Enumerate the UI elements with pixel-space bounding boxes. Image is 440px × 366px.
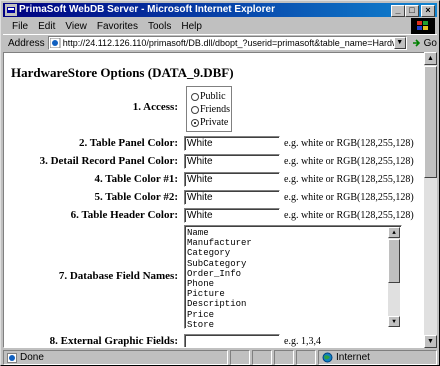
go-button[interactable]: Go <box>407 38 437 49</box>
status-text: Done <box>20 352 44 363</box>
radio-friends[interactable] <box>191 105 199 114</box>
table-color-2-label: 5. Table Color #2: <box>94 191 178 203</box>
address-bar: Address http://24.112.126.110/primasoft/… <box>3 34 437 51</box>
menu-help[interactable]: Help <box>176 21 207 32</box>
radio-private-label: Private <box>200 117 229 128</box>
status-pane-4 <box>274 350 294 365</box>
address-label: Address <box>8 37 45 49</box>
list-item[interactable]: Description <box>187 299 401 309</box>
table-header-color-hint: e.g. white or RGB(128,255,128) <box>284 210 414 221</box>
listbox-scroll-up-button[interactable]: ▲ <box>388 227 400 238</box>
radio-option-friends[interactable]: Friends <box>191 103 231 116</box>
title-bar: PrimaSoft WebDB Server - Microsoft Inter… <box>3 3 437 17</box>
table-color-1-input[interactable]: White <box>184 172 280 187</box>
scroll-down-button[interactable]: ▼ <box>424 335 437 348</box>
external-graphic-fields-hint: e.g. 1,3,4 <box>284 336 321 347</box>
detail-record-panel-color-label: 3. Detail Record Panel Color: <box>39 155 178 167</box>
page-title: HardwareStore Options (DATA_9.DBF) <box>11 65 234 80</box>
table-color-1-label: 4. Table Color #1: <box>94 173 178 185</box>
table-header-color-label: 6. Table Header Color: <box>70 209 178 221</box>
radio-friends-label: Friends <box>200 104 230 115</box>
close-button[interactable]: × <box>421 5 435 17</box>
list-item[interactable]: Phone <box>187 279 401 289</box>
list-item[interactable]: Price <box>187 310 401 320</box>
menu-tools[interactable]: Tools <box>143 21 176 32</box>
list-item[interactable]: Name <box>187 228 401 238</box>
address-url: http://24.112.126.110/primasoft/DB.dll/d… <box>62 38 407 48</box>
browser-window: PrimaSoft WebDB Server - Microsoft Inter… <box>0 0 440 366</box>
list-item[interactable]: SubCategory <box>187 259 401 269</box>
radio-public-label: Public <box>200 91 226 102</box>
radio-option-private[interactable]: Private <box>191 116 231 129</box>
page-icon <box>49 38 61 48</box>
listbox-scroll-thumb[interactable] <box>388 239 400 283</box>
table-color-2-hint: e.g. white or RGB(128,255,128) <box>284 192 414 203</box>
page-viewport: HardwareStore Options (DATA_9.DBF) 1. Ac… <box>3 52 425 348</box>
status-pane-3 <box>252 350 272 365</box>
listbox-scrollbar[interactable]: ▲ ▼ <box>388 227 400 327</box>
go-label: Go <box>423 37 437 49</box>
list-item[interactable]: Store <box>187 320 401 328</box>
table-color-2-input[interactable]: White <box>184 190 280 205</box>
table-panel-color-label: 2. Table Panel Color: <box>78 137 178 149</box>
menu-view[interactable]: View <box>60 21 92 32</box>
detail-record-panel-color-input[interactable]: White <box>184 154 280 169</box>
scroll-thumb[interactable] <box>424 66 437 178</box>
scroll-up-button[interactable]: ▲ <box>424 52 437 65</box>
external-graphic-fields-label: 8. External Graphic Fields: <box>49 335 178 347</box>
radio-private[interactable] <box>191 118 199 127</box>
access-radio-group: Public Friends Private <box>186 86 232 132</box>
menu-file[interactable]: File <box>7 21 33 32</box>
list-item[interactable]: Manufacturer <box>187 238 401 248</box>
radio-option-public[interactable]: Public <box>191 90 231 103</box>
ie-throbber-logo <box>411 18 435 34</box>
database-field-names-listbox[interactable]: Name Manufacturer Category SubCategory O… <box>184 225 402 329</box>
list-item[interactable]: Order_Info <box>187 269 401 279</box>
page-scrollbar[interactable]: ▲ ▼ <box>424 52 437 348</box>
radio-public[interactable] <box>191 92 199 101</box>
windows-logo-icon <box>417 21 428 30</box>
ie-app-icon <box>5 4 17 16</box>
status-pane-zone: Internet <box>318 350 437 365</box>
table-header-color-input[interactable]: White <box>184 208 280 223</box>
status-pane-5 <box>296 350 316 365</box>
table-color-1-hint: e.g. white or RGB(128,255,128) <box>284 174 414 185</box>
zone-text: Internet <box>336 352 370 363</box>
maximize-button[interactable]: □ <box>405 5 419 17</box>
table-panel-color-input[interactable]: White <box>184 136 280 151</box>
menu-bar: File Edit View Favorites Tools Help <box>3 18 437 34</box>
detail-record-panel-color-hint: e.g. white or RGB(128,255,128) <box>284 156 414 167</box>
status-pane-main: Done <box>3 350 228 365</box>
table-panel-color-hint: e.g. white or RGB(128,255,128) <box>284 138 414 149</box>
listbox-scroll-down-button[interactable]: ▼ <box>388 316 400 327</box>
menu-favorites[interactable]: Favorites <box>92 21 143 32</box>
go-arrow-icon <box>412 39 420 47</box>
status-bar: Done Internet <box>3 350 437 365</box>
globe-icon <box>322 352 333 363</box>
status-pane-2 <box>230 350 250 365</box>
menu-edit[interactable]: Edit <box>33 21 60 32</box>
minimize-button[interactable]: _ <box>391 5 405 17</box>
done-page-icon <box>7 352 17 363</box>
external-graphic-fields-input[interactable] <box>184 334 280 347</box>
list-item[interactable]: Category <box>187 248 401 258</box>
database-field-names-label: 7. Database Field Names: <box>58 270 178 282</box>
access-label: 1. Access: <box>132 101 178 113</box>
address-dropdown-button[interactable]: ▼ <box>393 37 406 49</box>
address-input[interactable]: http://24.112.126.110/primasoft/DB.dll/d… <box>47 36 407 50</box>
window-title: PrimaSoft WebDB Server - Microsoft Inter… <box>19 4 275 15</box>
list-item[interactable]: Picture <box>187 289 401 299</box>
